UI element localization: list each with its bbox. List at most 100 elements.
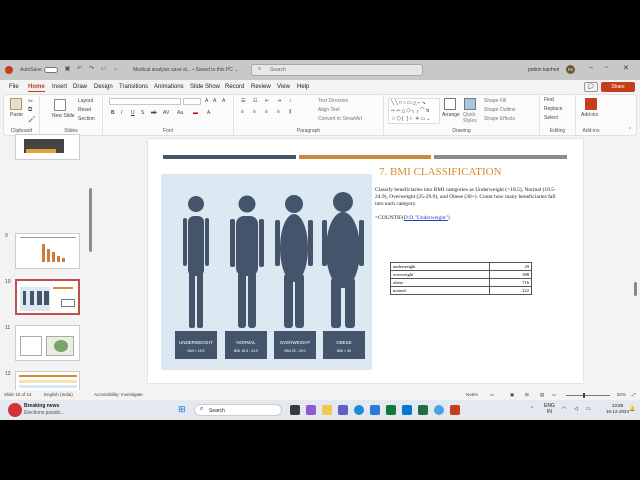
tab-record[interactable]: Record	[225, 84, 244, 90]
thumbnail-slide-11[interactable]	[15, 325, 80, 361]
copilot-icon[interactable]	[306, 405, 316, 415]
windows-start-icon[interactable]: ⊞	[178, 404, 186, 415]
paste-icon[interactable]	[10, 98, 22, 110]
fit-slide-icon[interactable]: ⤢	[632, 392, 636, 397]
avatar[interactable]: PK	[566, 65, 575, 74]
zoom-slider-thumb[interactable]	[583, 393, 585, 398]
file-explorer-icon[interactable]	[322, 405, 332, 415]
battery-icon[interactable]: ▭	[586, 406, 591, 412]
edge-icon[interactable]	[354, 405, 364, 415]
bullets-icon[interactable]: ☰	[241, 98, 245, 104]
clear-format-icon[interactable]: A	[222, 98, 225, 104]
present-icon[interactable]: ▭	[100, 66, 107, 73]
tab-animations[interactable]: Animations	[154, 84, 184, 90]
wifi-icon[interactable]: ◠	[562, 406, 566, 412]
user-name[interactable]: potion kanheri	[528, 67, 559, 73]
slide-body-text[interactable]: Classify beneficiaries into BMI categori…	[375, 187, 557, 208]
line-spacing-icon[interactable]: ↕	[289, 98, 292, 104]
minimize-icon[interactable]: –	[589, 64, 593, 71]
font-family-select[interactable]	[109, 98, 181, 105]
find-button[interactable]: Find	[544, 97, 554, 103]
numbering-icon[interactable]: ☷	[253, 98, 257, 104]
tab-slide-show[interactable]: Slide Show	[190, 84, 220, 90]
spacing-icon[interactable]: AV	[163, 110, 169, 116]
new-slide-label[interactable]: New Slide	[52, 113, 75, 119]
volume-icon[interactable]: ◁	[574, 406, 578, 412]
justify-icon[interactable]: ≡	[277, 109, 280, 115]
bold-icon[interactable]: B	[111, 110, 115, 116]
formula-text[interactable]: =COUNTIF(D:D,"Underweight")	[375, 215, 450, 221]
slide-scrollbar[interactable]	[634, 282, 637, 296]
thumbnail-slide-10[interactable]	[15, 279, 80, 315]
slideshow-view-icon[interactable]: ▭	[552, 392, 556, 398]
notification-icon[interactable]: 🔔	[629, 406, 635, 412]
tab-help[interactable]: Help	[297, 84, 309, 90]
thumbnail-slide-8[interactable]	[15, 134, 80, 160]
align-text-button[interactable]: Align Text	[318, 107, 340, 113]
reset-button[interactable]: Reset	[78, 107, 91, 113]
strikethrough-icon[interactable]: ab	[151, 110, 157, 116]
slide-title[interactable]: 7. BMI CLASSIFICATION	[379, 166, 502, 178]
shape-effects-button[interactable]: Shape Effects	[484, 116, 515, 122]
format-painter-icon[interactable]: 🖌	[28, 116, 36, 123]
quick-styles-label[interactable]: Quick Styles	[463, 112, 481, 124]
outlook-icon[interactable]	[402, 405, 412, 415]
accessibility-status[interactable]: Accessibility: Investigate	[94, 392, 143, 397]
shapes-gallery[interactable]: ╲╲□○▭△⌐↘ ⇨⇦△⬠╮╭⌒↯ ☆⬡{ }☾☀▭⌄	[388, 98, 440, 124]
clock[interactable]: 13:59 16-12-2024	[606, 403, 629, 415]
save-icon[interactable]: ▣	[64, 66, 71, 73]
excel-icon[interactable]	[386, 405, 396, 415]
restore-icon[interactable]: ▫	[605, 64, 607, 71]
autosave-toggle[interactable]	[44, 67, 58, 73]
arrange-icon[interactable]	[444, 98, 456, 110]
search-input[interactable]: ⌕ Search	[251, 64, 423, 76]
tab-view[interactable]: View	[277, 84, 290, 90]
news-title[interactable]: Breaking news	[24, 403, 59, 409]
thumbnail-slide-9[interactable]	[15, 233, 80, 269]
news-icon[interactable]	[8, 403, 22, 417]
layout-button[interactable]: Layout	[78, 98, 93, 104]
reading-view-icon[interactable]: ▤	[540, 392, 544, 398]
paste-label[interactable]: Paste	[10, 112, 23, 118]
normal-view-icon[interactable]: ▣	[510, 392, 514, 398]
zoom-slider[interactable]	[566, 395, 610, 396]
tab-home[interactable]: Home	[28, 84, 45, 92]
news-subtitle[interactable]: Elections possib...	[24, 410, 64, 416]
thumbnail-scrollbar[interactable]	[89, 188, 92, 252]
replace-button[interactable]: Replace	[544, 106, 562, 112]
formula-range-link[interactable]: D:D,"Underweight"	[404, 215, 448, 221]
comments-button[interactable]: 💬	[584, 82, 598, 92]
collapse-ribbon-icon[interactable]: ⌃	[628, 127, 632, 133]
notes-button[interactable]: Notes	[466, 392, 478, 397]
addins-icon[interactable]	[585, 98, 597, 110]
decrease-indent-icon[interactable]: ⇤	[265, 98, 269, 104]
language-indicator[interactable]: ENG IN	[544, 403, 555, 415]
underline-icon[interactable]: U	[131, 110, 135, 116]
new-slide-icon[interactable]	[54, 99, 66, 111]
columns-icon[interactable]: ⫼	[289, 109, 291, 115]
arrange-label[interactable]: Arrange	[442, 112, 460, 118]
highlight-icon[interactable]: ▬	[193, 110, 198, 116]
share-button[interactable]: Share	[601, 82, 635, 92]
grow-font-icon[interactable]: A	[205, 98, 208, 104]
italic-icon[interactable]: I	[121, 110, 122, 116]
store-icon[interactable]	[370, 405, 380, 415]
cut-icon[interactable]: ✂	[28, 98, 33, 105]
align-center-icon[interactable]: ≡	[253, 109, 256, 115]
font-size-select[interactable]	[183, 98, 201, 105]
tab-review[interactable]: Review	[251, 84, 271, 90]
tray-up-icon[interactable]: ⌃	[530, 406, 534, 412]
section-button[interactable]: Section	[78, 116, 95, 122]
tab-transitions[interactable]: Transitions	[119, 84, 148, 90]
chrome-icon[interactable]	[434, 405, 444, 415]
tab-design[interactable]: Design	[94, 84, 113, 90]
tab-draw[interactable]: Draw	[73, 84, 87, 90]
close-icon[interactable]: ✕	[623, 64, 629, 72]
taskbar-search[interactable]: ⌕ Search	[194, 404, 282, 416]
slide-canvas[interactable]: UNDERWEIGHT BMI < 18.5 NORMAL BMI 18.5 -…	[148, 139, 583, 383]
task-view-icon[interactable]	[290, 405, 300, 415]
copy-icon[interactable]: ⧉	[28, 107, 32, 114]
bmi-count-table[interactable]: underweight 29 overweight 388 obese 716 nor…	[390, 262, 533, 295]
comments-icon[interactable]: ▭	[490, 392, 494, 398]
language-status[interactable]: English (India)	[44, 392, 73, 397]
